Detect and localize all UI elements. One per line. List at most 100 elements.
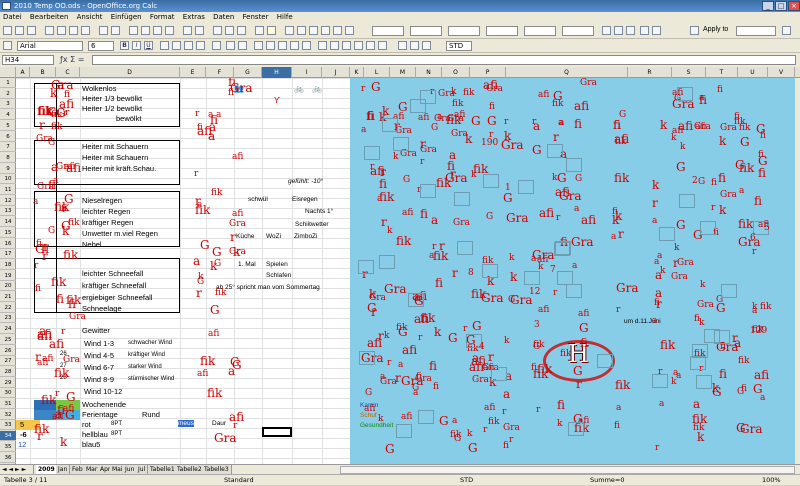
row-header-31[interactable]: 31 — [0, 399, 16, 409]
menu-format[interactable]: Format — [147, 13, 178, 21]
row-header-6[interactable]: 6 — [0, 132, 16, 142]
row-header-16[interactable]: 16 — [0, 239, 16, 249]
row-header-35[interactable]: 35 — [0, 442, 16, 452]
redo-icon[interactable] — [195, 26, 204, 35]
row-header-15[interactable]: 15 — [0, 228, 16, 238]
export-pdf-icon[interactable] — [57, 26, 66, 35]
paste-icon[interactable] — [153, 26, 162, 35]
col-l-header[interactable]: L — [364, 67, 390, 78]
row-header-25[interactable]: 25 — [0, 335, 16, 345]
col-i-header[interactable]: I — [292, 67, 322, 78]
bold-icon[interactable]: B — [120, 41, 129, 50]
col-g-header[interactable]: G — [234, 67, 262, 78]
maximize-button[interactable]: □ — [775, 1, 787, 11]
zoom-icon[interactable] — [333, 26, 342, 35]
row-header-30[interactable]: 30 — [0, 388, 16, 399]
col-m-header[interactable]: M — [390, 67, 416, 78]
undo-icon[interactable] — [183, 26, 192, 35]
menu-hilfe[interactable]: Hilfe — [274, 13, 296, 21]
menu-einfuegen[interactable]: Einfügen — [108, 13, 145, 21]
row-header-18[interactable]: 18 — [0, 260, 16, 270]
spellcheck-icon[interactable] — [99, 26, 108, 35]
percent-icon[interactable] — [238, 41, 247, 50]
flowchart-icon[interactable] — [354, 41, 363, 50]
line-width-field[interactable] — [736, 26, 776, 36]
callouts-icon[interactable] — [366, 41, 375, 50]
row-header-19[interactable]: 19 — [0, 271, 16, 281]
row-header-34[interactable]: 34 — [0, 431, 16, 442]
height-field[interactable] — [486, 26, 518, 36]
formula-input[interactable] — [92, 55, 796, 65]
chart-icon[interactable] — [255, 26, 264, 35]
align-right-icon[interactable] — [184, 41, 193, 50]
currency-icon[interactable] — [226, 41, 235, 50]
copy-icon[interactable] — [141, 26, 150, 35]
col-d-header[interactable]: D — [80, 67, 180, 78]
row-header-21[interactable]: 21 — [0, 292, 16, 302]
col-o-header[interactable]: O — [442, 67, 470, 78]
row-header-10[interactable]: 10 — [0, 174, 16, 185]
line-style-icon[interactable] — [782, 26, 791, 35]
rotation-field[interactable] — [524, 26, 556, 36]
fontwork-icon[interactable] — [410, 41, 419, 50]
styles-icon[interactable] — [3, 41, 12, 50]
col-u-header[interactable]: U — [738, 67, 768, 78]
row-header-2[interactable]: 2 — [0, 89, 16, 99]
edit-icon[interactable] — [45, 26, 54, 35]
row-header-3[interactable]: 3 — [0, 99, 16, 110]
function-wizard-icon[interactable]: ƒx Σ = — [60, 55, 84, 64]
col-t-header[interactable]: T — [706, 67, 738, 78]
col-a-header[interactable]: A — [16, 67, 30, 78]
align-icon[interactable] — [652, 26, 661, 35]
width-field[interactable] — [448, 26, 480, 36]
menu-extras[interactable]: Extras — [180, 13, 208, 21]
col-f-header[interactable]: F — [206, 67, 234, 78]
curve-tool-icon[interactable] — [302, 41, 311, 50]
extrusion-icon[interactable] — [422, 41, 431, 50]
apply-style-icon[interactable] — [690, 26, 699, 35]
row-header-20[interactable]: 20 — [0, 281, 16, 292]
justify-icon[interactable] — [196, 41, 205, 50]
row-header-12[interactable]: 12 — [0, 196, 16, 206]
row-header-5[interactable]: 5 — [0, 121, 16, 131]
menu-datei[interactable]: Datei — [0, 13, 25, 21]
minimize-button[interactable]: _ — [762, 1, 774, 11]
draw-functions-icon[interactable] — [267, 26, 276, 35]
col-r-header[interactable]: R — [628, 67, 672, 78]
navigator-icon[interactable] — [297, 26, 306, 35]
font-size-select[interactable]: 6 — [88, 41, 114, 51]
cell-area[interactable]: Wolkenlos Heiter 1/3 bewölkt Heiter 1/2 … — [16, 78, 795, 464]
arrange-icon[interactable] — [640, 26, 649, 35]
save-icon[interactable] — [27, 26, 36, 35]
name-box[interactable]: H34 — [2, 55, 54, 65]
find-replace-icon[interactable] — [285, 26, 294, 35]
underline-icon[interactable]: U — [144, 41, 153, 50]
print-icon[interactable] — [69, 26, 78, 35]
horizontal-scrollbar[interactable] — [340, 466, 795, 474]
col-j-header[interactable]: J — [322, 67, 350, 78]
align-left-icon[interactable] — [160, 41, 169, 50]
col-n-header[interactable]: N — [416, 67, 442, 78]
row-header-11[interactable]: 11 — [0, 185, 16, 195]
sort-descending-icon[interactable] — [237, 26, 246, 35]
merge-cells-icon[interactable] — [212, 41, 221, 50]
col-s-header[interactable]: S — [672, 67, 706, 78]
rectangle-tool-icon[interactable] — [266, 41, 275, 50]
close-button[interactable]: × — [788, 1, 800, 11]
row-header-13[interactable]: 13 — [0, 206, 16, 217]
row-header-27[interactable]: 27 — [0, 356, 16, 367]
autospell-icon[interactable] — [111, 26, 120, 35]
row-header-1[interactable]: 1 — [0, 78, 16, 88]
col-h-header[interactable]: H — [262, 67, 292, 78]
menu-ansicht[interactable]: Ansicht — [74, 13, 106, 21]
open-icon[interactable] — [15, 26, 24, 35]
row-header-8[interactable]: 8 — [0, 153, 16, 163]
row-header-33[interactable]: 33 — [0, 420, 16, 431]
basic-shapes-icon[interactable] — [318, 41, 327, 50]
stars-icon[interactable] — [378, 41, 387, 50]
hyperlink-icon[interactable] — [213, 26, 222, 35]
points-icon[interactable] — [398, 41, 407, 50]
position-y-field[interactable] — [410, 26, 442, 36]
ellipse-tool-icon[interactable] — [278, 41, 287, 50]
new-icon[interactable] — [3, 26, 12, 35]
